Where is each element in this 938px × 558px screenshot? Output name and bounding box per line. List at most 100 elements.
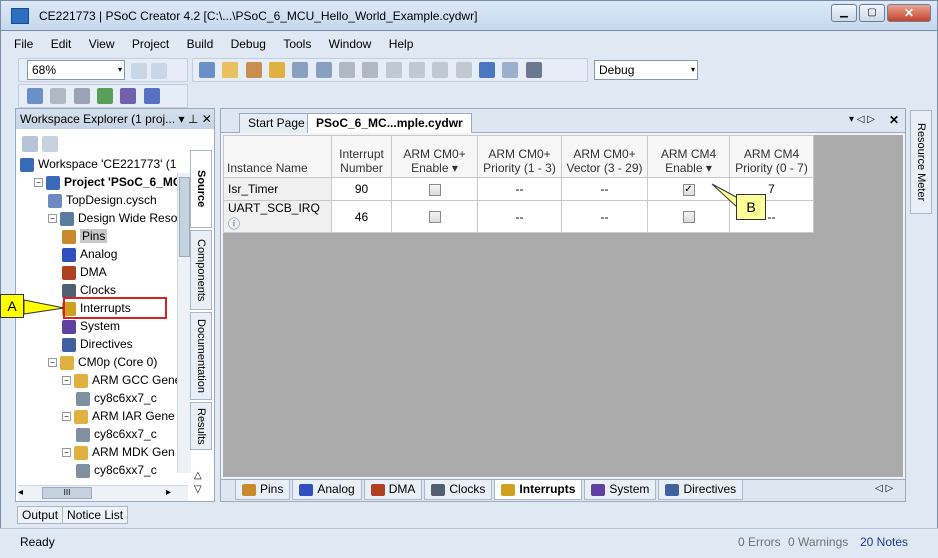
tab-output[interactable]: Output <box>17 506 64 524</box>
cell-interrupt-number[interactable]: 46 <box>331 200 392 233</box>
undo-icon[interactable] <box>479 62 496 78</box>
status-notes[interactable]: 20 Notes <box>860 535 908 549</box>
col-cm4-priority[interactable]: ARM CM4 Priority (0 - 7) <box>729 135 814 178</box>
tree-vertical-scrollbar[interactable] <box>177 173 191 473</box>
add-item-icon[interactable] <box>245 62 262 78</box>
bottom-tab-interrupts[interactable]: Interrupts <box>494 480 583 500</box>
tree-item[interactable]: cy8c6xx7_c <box>76 389 157 407</box>
side-tab-documentation[interactable]: Documentation <box>190 312 212 400</box>
scroll-right-icon[interactable]: ▸ <box>166 486 171 500</box>
cell-cm0-vector[interactable]: -- <box>561 200 648 233</box>
bottom-tab-analog[interactable]: Analog <box>292 480 362 500</box>
tree-expander-icon[interactable]: − <box>48 214 57 224</box>
save-all-icon[interactable] <box>315 62 332 78</box>
cell-cm0-enable[interactable] <box>391 200 478 233</box>
minimize-button[interactable]: ▁ <box>831 4 857 22</box>
tree-item[interactable]: TopDesign.cysch <box>48 191 157 209</box>
clean-icon[interactable] <box>73 88 90 104</box>
zoom-out-icon[interactable] <box>151 63 167 79</box>
menu-debug[interactable]: Debug <box>231 37 266 51</box>
tab-notice-list[interactable]: Notice List <box>62 506 129 524</box>
scroll-left-icon[interactable]: ◂ <box>18 487 23 498</box>
find-icon[interactable] <box>525 62 542 78</box>
enable-checkbox[interactable]: ✓ <box>682 183 695 196</box>
document-close-icon[interactable]: ✕ <box>889 113 899 127</box>
open-icon[interactable] <box>269 62 286 78</box>
tab-start-page[interactable]: Start Page <box>239 113 314 133</box>
tree-item[interactable]: − CM0p (Core 0) <box>48 353 157 371</box>
col-cm4-enable[interactable]: ARM CM4 Enable ▾ <box>647 135 730 178</box>
tree-item[interactable]: cy8c6xx7_c <box>76 461 157 479</box>
zoom-dropdown-icon[interactable]: ▾ <box>118 61 122 79</box>
menu-window[interactable]: Window <box>329 37 372 51</box>
build-config-combo[interactable]: Debug ▾ <box>594 60 698 80</box>
cell-cm0-priority[interactable]: -- <box>477 200 562 233</box>
pin-icon[interactable]: ⊥ <box>188 112 198 126</box>
config-dropdown-icon[interactable]: ▾ <box>691 61 695 79</box>
menu-file[interactable]: File <box>14 37 33 51</box>
show-files-icon[interactable] <box>42 136 58 152</box>
col-cm0-enable[interactable]: ARM CM0+ Enable ▾ <box>391 135 478 178</box>
cut-icon[interactable] <box>385 62 402 78</box>
panel-close-icon[interactable]: ✕ <box>202 112 212 126</box>
menu-build[interactable]: Build <box>187 37 214 51</box>
cell-cm0-priority[interactable]: -- <box>477 177 562 201</box>
bottom-tab-clocks[interactable]: Clocks <box>424 480 493 500</box>
generate-icon[interactable] <box>97 88 114 104</box>
paste-icon[interactable] <box>432 62 449 78</box>
enable-checkbox[interactable] <box>428 211 441 224</box>
tree-item[interactable]: Pins <box>62 227 108 245</box>
enable-checkbox[interactable] <box>428 183 441 196</box>
col-interrupt-number[interactable]: Interrupt Number <box>331 135 392 178</box>
cell-interrupt-number[interactable]: 90 <box>331 177 392 201</box>
tree-item[interactable]: Directives <box>62 335 133 353</box>
new-project-icon[interactable] <box>199 62 215 78</box>
tree-expander-icon[interactable]: − <box>34 178 43 188</box>
tree-item[interactable]: DMA <box>62 263 107 281</box>
side-scroll-down-icon[interactable]: ▽ <box>194 484 202 495</box>
tree-item[interactable]: − Project 'PSoC_6_MC <box>34 173 182 191</box>
delete-icon[interactable] <box>455 62 472 78</box>
col-cm0-vector[interactable]: ARM CM0+ Vector (3 - 29) <box>561 135 648 178</box>
panel-dropdown-icon[interactable]: ▾ <box>179 112 185 126</box>
debug-bug-icon[interactable] <box>143 88 160 104</box>
print-icon[interactable] <box>339 62 356 78</box>
chip-icon[interactable] <box>120 88 137 104</box>
side-tab-results[interactable]: Results <box>190 402 212 450</box>
tree-item[interactable]: cy8c6xx7_c <box>76 425 157 443</box>
menu-project[interactable]: Project <box>132 37 169 51</box>
bottom-tab-system[interactable]: System <box>584 480 657 500</box>
tree-item[interactable]: − Design Wide Resou <box>48 209 184 227</box>
tree-expander-icon[interactable]: − <box>48 358 57 368</box>
new-file-icon[interactable] <box>222 62 239 78</box>
side-tab-components[interactable]: Components <box>190 230 212 310</box>
tree-item[interactable]: Workspace 'CE221773' (1 <box>20 155 176 173</box>
enable-checkbox[interactable] <box>682 211 695 224</box>
side-tab-source[interactable]: Source <box>190 150 212 228</box>
tree-item[interactable]: − ARM GCC Gene <box>62 371 181 389</box>
info-icon[interactable]: ⓘ <box>228 217 240 231</box>
col-cm0-priority[interactable]: ARM CM0+ Priority (1 - 3) <box>477 135 562 178</box>
status-warnings[interactable]: 0 Warnings <box>788 535 848 549</box>
redo-icon[interactable] <box>502 62 519 78</box>
bottom-tab-directives[interactable]: Directives <box>658 480 744 500</box>
bottom-tab-scroll-icons[interactable]: ◁ ▷ <box>875 483 893 494</box>
col-instance-name[interactable]: Instance Name <box>223 135 332 178</box>
status-errors[interactable]: 0 Errors <box>738 535 781 549</box>
side-scroll-up-icon[interactable]: △ <box>194 470 202 481</box>
zoom-combo[interactable]: 68% ▾ <box>27 60 125 80</box>
tree-item[interactable]: Analog <box>62 245 117 263</box>
menu-tools[interactable]: Tools <box>283 37 311 51</box>
tree-item[interactable]: − ARM MDK Gen <box>62 443 175 461</box>
zoom-in-icon[interactable] <box>131 63 147 79</box>
cell-cm0-vector[interactable]: -- <box>561 177 648 201</box>
cell-instance-name[interactable]: UART_SCB_IRQ ⓘ <box>223 200 332 233</box>
tree-scroll-thumb[interactable] <box>179 177 190 257</box>
tree-hscroll-thumb[interactable]: III <box>42 487 92 499</box>
tab-nav-icons[interactable]: ▾ ◁ ▷ <box>849 114 875 125</box>
tree-expander-icon[interactable]: − <box>62 376 71 386</box>
tree-item[interactable]: − ARM IAR Gene <box>62 407 175 425</box>
cell-cm0-enable[interactable] <box>391 177 478 201</box>
copy-icon[interactable] <box>409 62 426 78</box>
tree-expander-icon[interactable]: − <box>62 412 71 422</box>
